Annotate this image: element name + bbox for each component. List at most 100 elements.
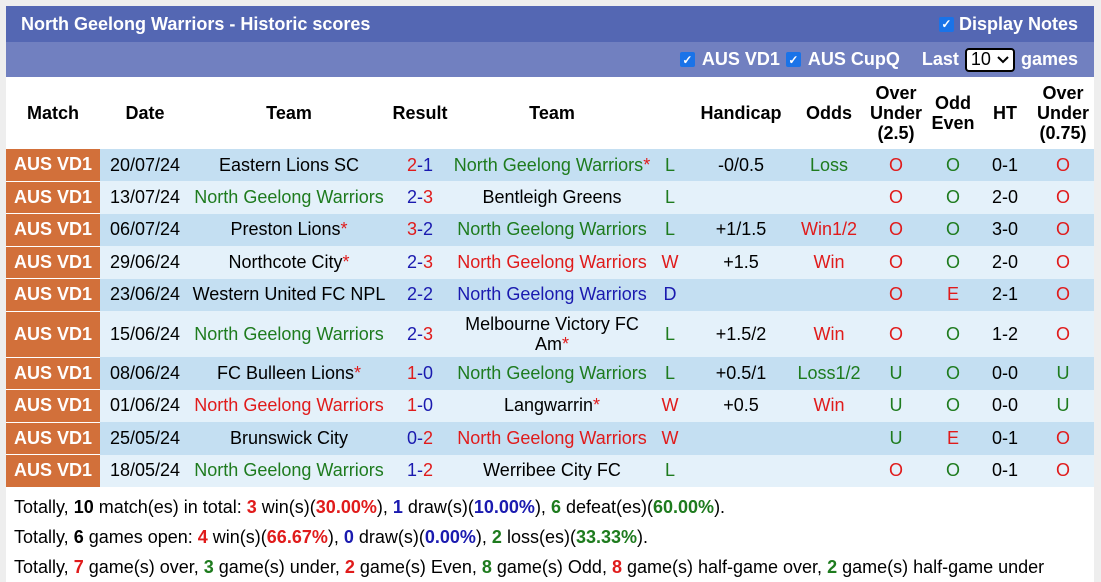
date-cell: 25/05/24	[100, 422, 190, 455]
league-label: AUS CupQ	[807, 49, 900, 69]
league-cell[interactable]: AUS VD1	[6, 246, 100, 279]
home-team-name[interactable]: Western United FC NPL	[193, 284, 386, 304]
home-team-cell[interactable]: Western United FC NPL	[190, 278, 388, 311]
away-team-name[interactable]: Langwarrin	[504, 395, 593, 415]
summary-value: 1	[392, 496, 403, 517]
home-team-cell[interactable]: North Geelong Warriors	[190, 389, 388, 422]
odd-even-cell: O	[928, 246, 978, 279]
odd-even-cell: E	[928, 278, 978, 311]
result-cell[interactable]: 2-2	[388, 278, 452, 311]
league-cell[interactable]: AUS VD1	[6, 311, 100, 358]
result-cell[interactable]: 2-1	[388, 149, 452, 181]
summary-value: 2	[827, 556, 838, 577]
league-cell[interactable]: AUS VD1	[6, 149, 100, 182]
result-cell[interactable]: 1-0	[388, 357, 452, 390]
odd-even-cell: O	[928, 357, 978, 390]
display-notes-checkbox[interactable]: ✓	[938, 16, 954, 32]
summary-text: ),	[475, 526, 492, 547]
result-cell[interactable]: 3-2	[388, 213, 452, 246]
home-team-cell[interactable]: Brunswick City	[190, 422, 388, 455]
away-team-cell[interactable]: North Geelong Warriors*	[452, 149, 652, 181]
league-checkbox[interactable]: ✓	[679, 52, 695, 67]
date-cell: 13/07/24	[100, 181, 190, 214]
away-team-cell[interactable]: North Geelong Warriors	[452, 422, 652, 455]
home-team-cell[interactable]: North Geelong Warriors	[190, 181, 388, 214]
result-cell[interactable]: 1-0	[388, 389, 452, 422]
home-team-name[interactable]: Brunswick City	[230, 428, 348, 448]
summary-text: defeat(es)(	[560, 496, 653, 517]
display-notes-toggle[interactable]: ✓ Display Notes	[938, 14, 1078, 35]
summary-text: Totally,	[14, 556, 74, 577]
league-cell[interactable]: AUS VD1	[6, 422, 100, 455]
away-team-cell[interactable]: Melbourne Victory FC Am*	[452, 311, 652, 357]
filter-league-1[interactable]: ✓ AUS CupQ	[785, 49, 900, 70]
result-cell[interactable]: 2-3	[388, 181, 452, 214]
last-games-select[interactable]: 10	[964, 47, 1015, 72]
summary-value: 33.33%	[575, 526, 638, 547]
home-team-name[interactable]: Northcote City	[228, 252, 342, 272]
summary-text: ),	[534, 496, 551, 517]
away-team-cell[interactable]: Werribee City FC	[452, 454, 652, 487]
away-team-cell[interactable]: North Geelong Warriors	[452, 357, 652, 390]
half-over-under-cell: O	[1032, 454, 1094, 487]
away-team-name[interactable]: North Geelong Warriors	[457, 252, 646, 272]
home-team-cell[interactable]: North Geelong Warriors	[190, 311, 388, 357]
home-team-cell[interactable]: Northcote City*	[190, 246, 388, 279]
result-cell[interactable]: 2-3	[388, 311, 452, 357]
away-team-name[interactable]: North Geelong Warriors	[457, 428, 646, 448]
away-team-cell[interactable]: Bentleigh Greens	[452, 181, 652, 214]
away-team-name[interactable]: North Geelong Warriors	[454, 155, 643, 175]
summary-value: 3	[246, 496, 257, 517]
league-cell[interactable]: AUS VD1	[6, 181, 100, 214]
league-cell[interactable]: AUS VD1	[6, 278, 100, 312]
half-over-under-cell: O	[1032, 311, 1094, 357]
summary-text: game(s) half-game under	[837, 556, 1045, 577]
away-team-name[interactable]: North Geelong Warriors	[457, 363, 646, 383]
away-team-name[interactable]: Melbourne Victory FC Am	[465, 314, 639, 354]
ht-cell: 0-1	[978, 422, 1032, 455]
away-team-name[interactable]: Bentleigh Greens	[482, 187, 621, 207]
home-team-name[interactable]: North Geelong Warriors	[194, 395, 383, 415]
away-team-name[interactable]: Werribee City FC	[483, 460, 621, 480]
home-team-name[interactable]: Eastern Lions SC	[219, 155, 359, 175]
away-team-cell[interactable]: North Geelong Warriors	[452, 246, 652, 279]
away-team-name[interactable]: North Geelong Warriors	[457, 284, 646, 304]
home-team-name[interactable]: North Geelong Warriors	[194, 187, 383, 207]
home-team-name[interactable]: North Geelong Warriors	[194, 460, 383, 480]
result-cell[interactable]: 1-2	[388, 454, 452, 487]
neutral-star: *	[354, 362, 362, 383]
odd-even-cell: O	[928, 213, 978, 246]
home-team-name[interactable]: FC Bulleen Lions	[217, 363, 354, 383]
summary-text: game(s) Odd,	[491, 556, 612, 577]
home-team-name[interactable]: Preston Lions	[230, 219, 340, 239]
summary-value: 8	[481, 556, 492, 577]
table-row: AUS VD1 01/06/24 North Geelong Warriors 1-0…	[6, 389, 1094, 423]
home-team-cell[interactable]: North Geelong Warriors	[190, 454, 388, 487]
league-checkbox[interactable]: ✓	[785, 52, 801, 67]
odd-even-cell: O	[928, 149, 978, 181]
away-team-cell[interactable]: North Geelong Warriors	[452, 278, 652, 311]
away-team-cell[interactable]: North Geelong Warriors	[452, 213, 652, 246]
ht-cell: 0-0	[978, 389, 1032, 422]
away-team-cell[interactable]: Langwarrin*	[452, 389, 652, 422]
date-cell: 23/06/24	[100, 278, 190, 311]
odds-cell: Win	[794, 311, 864, 357]
home-team-name[interactable]: North Geelong Warriors	[194, 324, 383, 344]
home-team-cell[interactable]: FC Bulleen Lions*	[190, 357, 388, 390]
home-team-cell[interactable]: Eastern Lions SC	[190, 149, 388, 181]
league-cell[interactable]: AUS VD1	[6, 454, 100, 488]
summary-text: game(s) half-game over,	[621, 556, 828, 577]
summary-line: Totally, 7 game(s) over, 3 game(s) under…	[14, 552, 1094, 582]
summary-text: win(s)(	[207, 526, 267, 547]
result-cell[interactable]: 0-2	[388, 422, 452, 455]
home-team-cell[interactable]: Preston Lions*	[190, 213, 388, 246]
away-team-name[interactable]: North Geelong Warriors	[457, 219, 646, 239]
table-row: AUS VD1 13/07/24 North Geelong Warriors 2-3…	[6, 181, 1094, 214]
league-cell[interactable]: AUS VD1	[6, 213, 100, 247]
league-cell[interactable]: AUS VD1	[6, 357, 100, 390]
home-score: 1	[406, 395, 417, 416]
filter-league-0[interactable]: ✓ AUS VD1	[679, 49, 780, 70]
league-cell[interactable]: AUS VD1	[6, 389, 100, 423]
result-cell[interactable]: 2-3	[388, 246, 452, 279]
date-cell: 15/06/24	[100, 311, 190, 357]
